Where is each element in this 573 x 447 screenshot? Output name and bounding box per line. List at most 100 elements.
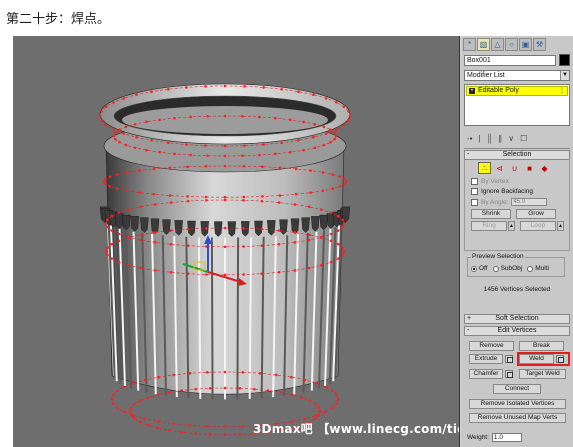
soft-selection-rollout-header[interactable]: + Soft Selection <box>464 314 570 324</box>
polygon-mode-button[interactable]: ■ <box>523 162 536 174</box>
object-color-swatch[interactable] <box>559 54 570 66</box>
vertex-dot <box>258 115 261 119</box>
vertex-dot <box>279 391 283 394</box>
element-mode-button[interactable]: ◆ <box>538 162 551 174</box>
radio-dot[interactable] <box>492 265 499 272</box>
vertex-dot <box>342 123 346 127</box>
vertex-dot <box>333 137 336 141</box>
vertex-dot <box>335 101 338 104</box>
cup-model <box>98 83 352 437</box>
preview-off-label: Off <box>479 265 488 272</box>
vertex-dot <box>223 84 227 88</box>
chamfer-button[interactable]: Chamfer <box>469 369 503 379</box>
expand-icon[interactable]: + <box>469 88 475 94</box>
make-unique-icon[interactable]: ∥ <box>498 134 502 143</box>
edit-vertices-rollout-header[interactable]: - Edit Vertices <box>464 326 570 336</box>
vertex-dot <box>293 241 297 244</box>
vertex-dot <box>303 378 307 382</box>
vertex-dot <box>318 410 322 413</box>
vertex-dot <box>189 153 192 157</box>
weight-field[interactable]: 1.0 <box>491 433 522 442</box>
vertex-dot <box>312 93 315 97</box>
ignore-backfacing-label: Ignore Backfacing <box>481 188 534 195</box>
remove-button[interactable]: Remove <box>469 341 514 351</box>
remove-unused-map-verts-button[interactable]: Remove Unused Map Verts <box>469 413 566 423</box>
vertex-dot <box>157 375 160 379</box>
break-button[interactable]: Break <box>519 341 564 351</box>
extrude-settings-icon[interactable] <box>505 355 513 363</box>
vertex-dot <box>242 198 245 202</box>
vertex-dot <box>180 389 184 392</box>
vertex-dot <box>153 231 157 234</box>
ignore-backfacing-checkbox[interactable]: Ignore Backfacing <box>471 188 533 195</box>
object-name-field[interactable]: Box001 <box>464 55 556 66</box>
soft-selection-title: Soft Selection <box>495 315 539 322</box>
ring-button[interactable]: Ring <box>471 221 507 231</box>
loop-spinner[interactable]: ▲ <box>557 221 564 231</box>
radio-dot[interactable] <box>471 265 477 272</box>
border-mode-button[interactable]: ∪ <box>508 162 521 174</box>
vertex-dot <box>153 203 157 206</box>
vertex-dot <box>313 122 317 126</box>
shrink-button[interactable]: Shrink <box>471 209 511 219</box>
vertex-dot <box>204 144 207 147</box>
toolbar-divider: | <box>478 133 481 143</box>
preview-subobj-radio[interactable]: SubObj <box>492 265 522 272</box>
vertex-dot <box>116 389 119 393</box>
remove-modifier-icon[interactable]: ∨ <box>508 134 514 143</box>
by-angle-value[interactable]: 45.0 <box>511 198 548 206</box>
vertex-dot <box>260 199 264 203</box>
vertex-dot <box>169 201 173 204</box>
display-tab[interactable]: ▣ <box>519 38 532 51</box>
remove-isolated-vertices-button[interactable]: Remove Isolated Vertices <box>469 399 566 409</box>
grow-button[interactable]: Grow <box>516 209 556 219</box>
checkbox-box[interactable] <box>471 188 478 195</box>
vertex-dot <box>135 135 138 139</box>
pin-stack-icon[interactable]: -▪ <box>467 134 473 143</box>
target-weld-button[interactable]: Target Weld <box>519 369 566 379</box>
vertex-dot <box>185 143 188 146</box>
vertex-dot <box>169 270 173 274</box>
ring-spinner[interactable]: ▲ <box>508 221 515 231</box>
motion-tab[interactable]: ○ <box>505 38 518 51</box>
subobject-modes: ∴ ⊲ ∪ ■ ◆ <box>478 162 551 174</box>
by-angle-checkbox[interactable]: By Angle: 45.0 <box>471 198 548 206</box>
vertex-dot <box>145 120 148 124</box>
perspective-viewport[interactable]: 3Dmax吧 【www.linecg.com/tieba/1771】 <box>13 36 460 447</box>
vertex-dot <box>146 396 150 399</box>
modify-tab[interactable]: ▧ <box>477 38 490 51</box>
vertex-dot <box>343 182 346 186</box>
vertex-mode-button[interactable]: ∴ <box>478 162 491 174</box>
vertex-dot <box>125 171 129 174</box>
vertex-dot <box>338 185 342 188</box>
extrude-button[interactable]: Extrude <box>469 354 503 364</box>
utilities-tab[interactable]: ⚒ <box>533 38 546 51</box>
modifier-list-dropdown[interactable]: Modifier List ▼ <box>464 70 570 81</box>
vertex-dot <box>104 182 107 186</box>
create-tab[interactable]: * <box>463 38 476 51</box>
vertex-dot <box>186 199 190 203</box>
configure-sets-icon[interactable]: ☐ <box>520 134 527 143</box>
chamfer-settings-icon[interactable] <box>505 370 513 378</box>
vertex-dot <box>300 396 304 399</box>
vertex-dot <box>223 386 227 390</box>
stack-item-editable-poly[interactable]: + Editable Poly ⋮ <box>466 86 568 96</box>
preview-multi-radio[interactable]: Multi <box>527 265 549 272</box>
vertex-dot <box>333 131 336 135</box>
vertex-dot <box>204 164 208 168</box>
checkbox-box[interactable] <box>471 198 478 206</box>
radio-dot[interactable] <box>527 265 534 272</box>
vertex-dot <box>108 175 112 179</box>
vertex-dot <box>123 385 126 389</box>
edge-mode-button[interactable]: ⊲ <box>493 162 506 174</box>
vertex-dot <box>110 257 114 260</box>
checkbox-box[interactable] <box>471 178 478 185</box>
loop-button[interactable]: Loop <box>520 221 556 231</box>
by-vertex-checkbox[interactable]: By Vertex <box>471 178 509 185</box>
vertex-dot <box>343 177 346 181</box>
vertex-dot <box>324 132 328 135</box>
connect-button[interactable]: Connect <box>493 384 541 394</box>
preview-off-radio[interactable]: Off <box>471 265 488 272</box>
hierarchy-tab[interactable]: △ <box>491 38 504 51</box>
show-end-result-icon[interactable]: ║ <box>487 134 493 143</box>
